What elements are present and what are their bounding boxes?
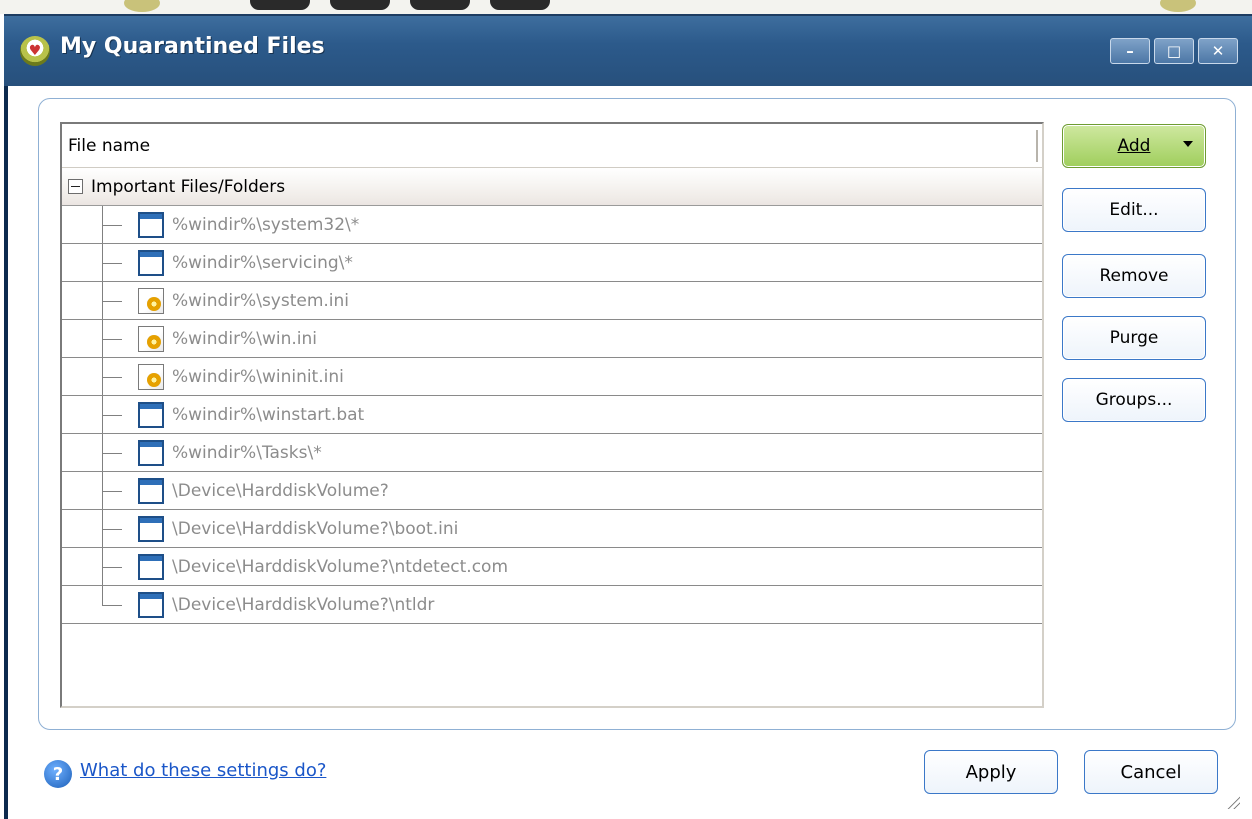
list-item[interactable]: %windir%\wininit.ini <box>62 358 1042 396</box>
purge-button[interactable]: Purge <box>1062 316 1206 360</box>
column-header-label: File name <box>68 135 151 156</box>
maximize-icon: □ <box>1166 42 1182 60</box>
ini-file-icon <box>138 364 164 390</box>
list-item[interactable]: \Device\HarddiskVolume?\ntldr <box>62 586 1042 624</box>
list-item[interactable]: \Device\HarddiskVolume? <box>62 472 1042 510</box>
list-item[interactable]: %windir%\servicing\* <box>62 244 1042 282</box>
file-path: %windir%\servicing\* <box>172 252 353 273</box>
list-item[interactable]: %windir%\system.ini <box>62 282 1042 320</box>
window-file-icon <box>138 212 164 238</box>
file-path: \Device\HarddiskVolume?\boot.ini <box>172 518 459 539</box>
maximize-button[interactable]: □ <box>1154 38 1194 64</box>
column-divider[interactable] <box>1036 130 1038 162</box>
ini-file-icon <box>138 326 164 352</box>
file-path: %windir%\system32\* <box>172 214 360 235</box>
minimize-icon: – <box>1126 42 1134 60</box>
cancel-button-label: Cancel <box>1120 761 1182 783</box>
groups-button-label: Groups... <box>1095 390 1173 410</box>
apply-button-label: Apply <box>965 761 1017 783</box>
group-row-important-files[interactable]: Important Files/Folders <box>62 168 1042 206</box>
window-title: My Quarantined Files <box>60 34 325 59</box>
column-header-file-name[interactable]: File name <box>62 124 1042 168</box>
window-file-icon <box>138 516 164 542</box>
app-shield-icon: ♥ <box>20 36 50 66</box>
list-item[interactable]: \Device\HarddiskVolume?\boot.ini <box>62 510 1042 548</box>
groups-button[interactable]: Groups... <box>1062 378 1206 422</box>
title-bar[interactable]: ♥ My Quarantined Files – □ ✕ <box>4 14 1252 86</box>
tree-line <box>102 224 122 226</box>
cancel-button[interactable]: Cancel <box>1084 750 1218 794</box>
file-path: %windir%\win.ini <box>172 328 317 349</box>
group-label: Important Files/Folders <box>91 176 286 197</box>
window-file-icon <box>138 554 164 580</box>
background-decor <box>1160 0 1196 12</box>
remove-button[interactable]: Remove <box>1062 254 1206 298</box>
window-file-icon <box>138 440 164 466</box>
tree-line <box>102 566 122 568</box>
window-file-icon <box>138 478 164 504</box>
window-file-icon <box>138 402 164 428</box>
ini-file-icon <box>138 288 164 314</box>
background-decor <box>410 0 470 10</box>
close-icon: ✕ <box>1211 42 1225 60</box>
list-item[interactable]: %windir%\Tasks\* <box>62 434 1042 472</box>
tree-line <box>102 376 122 378</box>
file-path: %windir%\Tasks\* <box>172 442 322 463</box>
list-item[interactable]: %windir%\system32\* <box>62 206 1042 244</box>
remove-button-label: Remove <box>1099 266 1169 286</box>
tree-line <box>102 604 122 606</box>
background-app-strip <box>0 0 1252 14</box>
minimize-button[interactable]: – <box>1110 38 1150 64</box>
tree-line <box>102 338 122 340</box>
purge-button-label: Purge <box>1109 328 1159 348</box>
window-file-icon <box>138 592 164 618</box>
edit-button[interactable]: Edit... <box>1062 188 1206 232</box>
list-item[interactable]: %windir%\win.ini <box>62 320 1042 358</box>
file-path: %windir%\winstart.bat <box>172 404 365 425</box>
window-file-icon <box>138 250 164 276</box>
background-decor <box>250 0 310 10</box>
help-icon[interactable]: ? <box>44 760 72 788</box>
edit-button-label: Edit... <box>1109 200 1159 220</box>
tree-line <box>102 300 122 302</box>
resize-grip-icon[interactable] <box>1226 795 1240 809</box>
collapse-toggle-icon[interactable] <box>68 179 83 194</box>
tree-line <box>102 586 103 605</box>
tree-line <box>102 414 122 416</box>
file-path: %windir%\wininit.ini <box>172 366 344 387</box>
apply-button[interactable]: Apply <box>924 750 1058 794</box>
tree-line <box>102 490 122 492</box>
file-path: %windir%\system.ini <box>172 290 350 311</box>
background-logo-icon <box>124 0 160 12</box>
caption-buttons: – □ ✕ <box>1110 38 1238 64</box>
file-path: \Device\HarddiskVolume? <box>172 480 389 501</box>
dropdown-arrow-icon <box>1183 141 1193 147</box>
add-button[interactable]: Add <box>1062 124 1206 168</box>
background-decor <box>490 0 550 10</box>
tree-line <box>102 262 122 264</box>
help-link[interactable]: What do these settings do? <box>80 760 326 781</box>
tree-line <box>102 528 122 530</box>
close-button[interactable]: ✕ <box>1198 38 1238 64</box>
file-list[interactable]: File name Important Files/Folders %windi… <box>60 122 1044 708</box>
list-item[interactable]: %windir%\winstart.bat <box>62 396 1042 434</box>
tree-line <box>102 452 122 454</box>
list-item[interactable]: \Device\HarddiskVolume?\ntdetect.com <box>62 548 1042 586</box>
file-path: \Device\HarddiskVolume?\ntdetect.com <box>172 556 509 577</box>
background-decor <box>330 0 390 10</box>
file-path: \Device\HarddiskVolume?\ntldr <box>172 594 435 615</box>
add-button-label: Add <box>1117 136 1151 156</box>
